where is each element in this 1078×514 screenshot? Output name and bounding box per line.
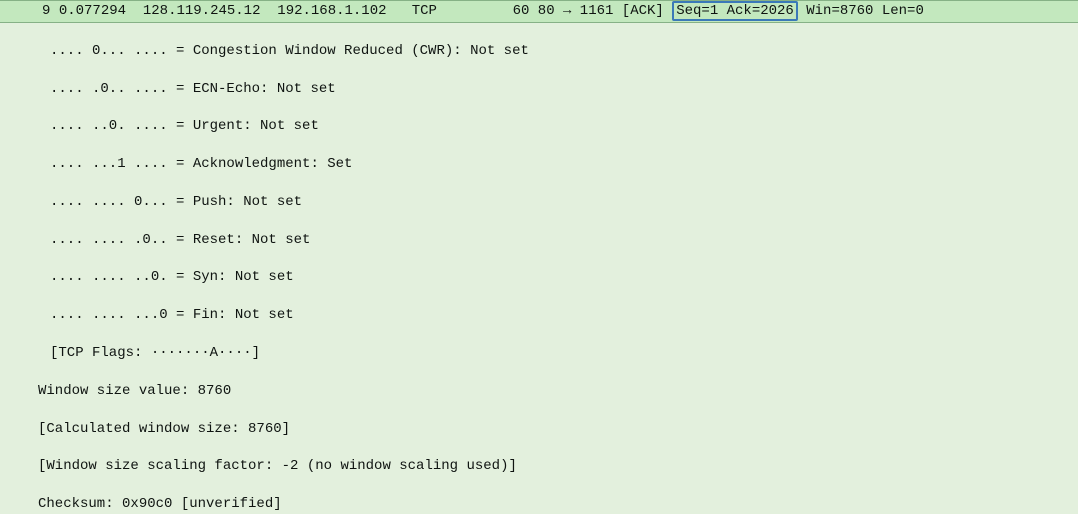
col-info-prefix: 80 → 1161 [ACK] bbox=[538, 3, 672, 19]
flag-fin: .... .... ...0 = Fin: Not set bbox=[0, 306, 1078, 325]
flag-push: .... .... 0... = Push: Not set bbox=[0, 193, 1078, 212]
seq-ack-highlight: Seq=1 Ack=2026 bbox=[672, 1, 798, 21]
packet-details-pane[interactable]: .... 0... .... = Congestion Window Reduc… bbox=[0, 23, 1078, 514]
col-seqack: Seq=1 Ack=2026 bbox=[676, 3, 794, 19]
flag-syn: .... .... ..0. = Syn: Not set bbox=[0, 268, 1078, 287]
col-proto: TCP bbox=[412, 3, 437, 19]
col-src: 128.119.245.12 bbox=[143, 3, 261, 19]
packet-list-row[interactable]: 9 0.077294 128.119.245.12 192.168.1.102 … bbox=[0, 0, 1078, 23]
window-size-value: Window size value: 8760 bbox=[0, 382, 1078, 401]
flag-reset: .... .... .0.. = Reset: Not set bbox=[0, 231, 1078, 250]
calculated-window-size: [Calculated window size: 8760] bbox=[0, 420, 1078, 439]
col-dst: 192.168.1.102 bbox=[277, 3, 386, 19]
window-scaling-factor: [Window size scaling factor: -2 (no wind… bbox=[0, 457, 1078, 476]
tcp-flags-summary: [TCP Flags: ·······A····] bbox=[0, 344, 1078, 363]
col-time: 0.077294 bbox=[59, 3, 126, 19]
col-info-suffix: Win=8760 Len=0 bbox=[798, 3, 924, 19]
checksum: Checksum: 0x90c0 [unverified] bbox=[0, 495, 1078, 514]
flag-cwr: .... 0... .... = Congestion Window Reduc… bbox=[0, 42, 1078, 61]
flag-ack: .... ...1 .... = Acknowledgment: Set bbox=[0, 155, 1078, 174]
flag-urg: .... ..0. .... = Urgent: Not set bbox=[0, 117, 1078, 136]
col-len: 60 bbox=[513, 3, 530, 19]
flag-ecn: .... .0.. .... = ECN-Echo: Not set bbox=[0, 80, 1078, 99]
